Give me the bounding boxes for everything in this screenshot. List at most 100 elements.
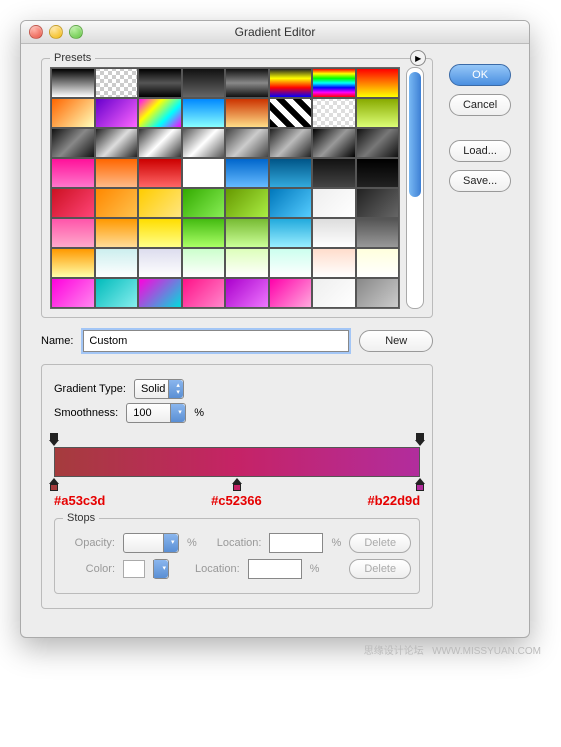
preset-swatch[interactable]: [95, 98, 139, 128]
color-stop-row: Color: ▾ Location: % Delete: [63, 559, 411, 579]
opacity-label: Opacity:: [63, 537, 115, 549]
color-stops-track[interactable]: [54, 477, 420, 491]
opacity-location-input: [269, 533, 323, 553]
preset-swatch[interactable]: [356, 248, 400, 278]
name-label: Name:: [41, 335, 73, 347]
preset-swatch[interactable]: [312, 248, 356, 278]
preset-swatch[interactable]: [138, 188, 182, 218]
preset-swatch[interactable]: [51, 158, 95, 188]
preset-swatch[interactable]: [269, 278, 313, 308]
delete-opacity-stop-button: Delete: [349, 533, 411, 553]
preset-swatch[interactable]: [356, 188, 400, 218]
preset-swatch[interactable]: [312, 188, 356, 218]
preset-swatch[interactable]: [95, 188, 139, 218]
cancel-button[interactable]: Cancel: [449, 94, 511, 116]
preset-swatch[interactable]: [356, 218, 400, 248]
preset-swatch[interactable]: [225, 68, 269, 98]
gradient-strip[interactable]: [54, 447, 420, 477]
preset-swatch[interactable]: [138, 68, 182, 98]
preset-swatch[interactable]: [51, 98, 95, 128]
color-stop[interactable]: [415, 479, 425, 491]
preset-swatch[interactable]: [182, 158, 226, 188]
ok-button[interactable]: OK: [449, 64, 511, 86]
load-button[interactable]: Load...: [449, 140, 511, 162]
preset-swatch[interactable]: [269, 158, 313, 188]
color-stop[interactable]: [49, 479, 59, 491]
opacity-stops-track[interactable]: [54, 433, 420, 447]
color-stop-labels: #a53c3d #c52366 #b22d9d: [54, 493, 420, 508]
watermark: 思缘设计论坛 WWW.MISSYUAN.COM: [20, 642, 541, 657]
gradient-type-select[interactable]: Solid ▴▾: [134, 379, 184, 399]
scrollbar-thumb[interactable]: [409, 72, 421, 197]
preset-swatch[interactable]: [312, 158, 356, 188]
presets-menu-icon[interactable]: ▶: [410, 50, 426, 66]
preset-swatch[interactable]: [51, 128, 95, 158]
preset-swatch[interactable]: [51, 68, 95, 98]
preset-swatch[interactable]: [225, 278, 269, 308]
color-location-label: Location:: [195, 563, 240, 575]
smoothness-unit: %: [194, 407, 204, 419]
opacity-stop[interactable]: [49, 433, 59, 445]
color-location-input: [248, 559, 302, 579]
preset-swatch[interactable]: [51, 218, 95, 248]
preset-swatch[interactable]: [138, 128, 182, 158]
preset-swatch[interactable]: [95, 68, 139, 98]
titlebar[interactable]: Gradient Editor: [21, 21, 529, 44]
opacity-stop[interactable]: [415, 433, 425, 445]
preset-swatch[interactable]: [225, 188, 269, 218]
preset-swatch[interactable]: [182, 218, 226, 248]
opacity-location-label: Location:: [217, 537, 262, 549]
preset-swatch[interactable]: [269, 128, 313, 158]
presets-fieldset: Presets ▶: [41, 58, 433, 318]
preset-swatch[interactable]: [95, 158, 139, 188]
preset-swatch[interactable]: [95, 128, 139, 158]
smoothness-input[interactable]: 100 ▾: [126, 403, 186, 423]
preset-swatch[interactable]: [182, 278, 226, 308]
preset-swatch[interactable]: [269, 68, 313, 98]
preset-swatch[interactable]: [51, 248, 95, 278]
window-title: Gradient Editor: [21, 25, 529, 39]
preset-swatch[interactable]: [356, 68, 400, 98]
preset-swatch[interactable]: [138, 278, 182, 308]
preset-swatch[interactable]: [138, 218, 182, 248]
preset-swatch[interactable]: [225, 98, 269, 128]
preset-swatch[interactable]: [182, 128, 226, 158]
preset-swatch[interactable]: [356, 158, 400, 188]
preset-swatch[interactable]: [138, 98, 182, 128]
preset-swatch[interactable]: [182, 188, 226, 218]
preset-swatch[interactable]: [225, 128, 269, 158]
preset-swatch[interactable]: [312, 68, 356, 98]
preset-swatch[interactable]: [312, 98, 356, 128]
name-input[interactable]: [83, 330, 349, 352]
new-button[interactable]: New: [359, 330, 433, 352]
zoom-icon[interactable]: [69, 25, 83, 39]
preset-swatch[interactable]: [269, 248, 313, 278]
preset-swatch[interactable]: [269, 218, 313, 248]
close-icon[interactable]: [29, 25, 43, 39]
preset-swatch[interactable]: [269, 98, 313, 128]
preset-swatch[interactable]: [312, 128, 356, 158]
preset-swatch[interactable]: [138, 248, 182, 278]
preset-swatch[interactable]: [312, 278, 356, 308]
preset-swatch[interactable]: [225, 218, 269, 248]
preset-swatch[interactable]: [182, 98, 226, 128]
preset-swatch[interactable]: [225, 248, 269, 278]
preset-swatch[interactable]: [182, 68, 226, 98]
preset-swatch[interactable]: [138, 158, 182, 188]
preset-swatch[interactable]: [225, 158, 269, 188]
preset-swatch[interactable]: [182, 248, 226, 278]
minimize-icon[interactable]: [49, 25, 63, 39]
preset-swatch[interactable]: [95, 218, 139, 248]
preset-scrollbar[interactable]: [406, 67, 424, 309]
preset-swatch[interactable]: [312, 218, 356, 248]
preset-swatch[interactable]: [51, 278, 95, 308]
color-stop[interactable]: [232, 479, 242, 491]
preset-swatch[interactable]: [95, 278, 139, 308]
preset-swatch[interactable]: [95, 248, 139, 278]
preset-swatch[interactable]: [356, 278, 400, 308]
preset-swatch[interactable]: [51, 188, 95, 218]
save-button[interactable]: Save...: [449, 170, 511, 192]
preset-swatch[interactable]: [356, 128, 400, 158]
preset-swatch[interactable]: [269, 188, 313, 218]
preset-swatch[interactable]: [356, 98, 400, 128]
